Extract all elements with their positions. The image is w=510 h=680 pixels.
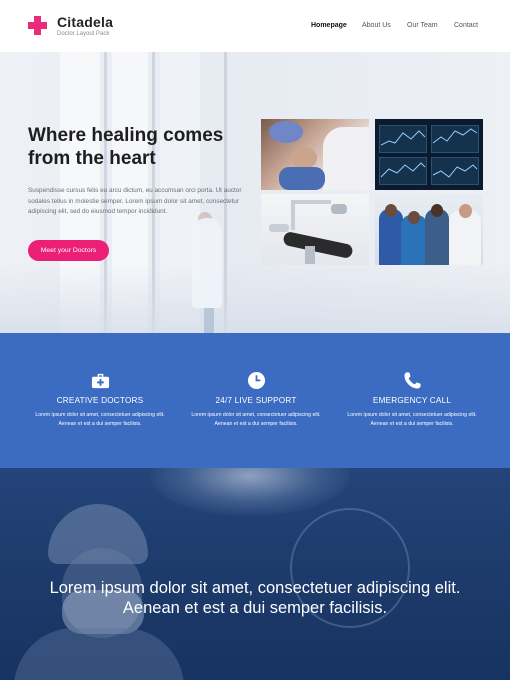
- feature-live-support: 24/7 LIVE SUPPORT Lorem ipsum dolor sit …: [181, 333, 331, 468]
- feature-text: Lorem ipsum dolor sit amet, consectetuer…: [191, 412, 321, 427]
- brand-tagline: Doctor Layout Pack: [57, 31, 110, 37]
- nav-contact[interactable]: Contact: [454, 22, 478, 29]
- hero-description: Suspendisse cursus felis eu arcu dictum,…: [28, 187, 242, 215]
- surgical-lamp-glow: [150, 468, 350, 516]
- feature-title: CREATIVE DOCTORS: [56, 396, 144, 405]
- nav-homepage[interactable]: Homepage: [311, 22, 347, 29]
- clock-icon: [247, 371, 266, 390]
- feature-title: EMERGENCY CALL: [372, 396, 452, 405]
- feature-text: Lorem ipsum dolor sit amet, consectetuer…: [347, 412, 477, 427]
- doctors-photo: [375, 194, 483, 265]
- nav-about-us[interactable]: About Us: [362, 22, 391, 29]
- dental-chair-photo: [261, 194, 369, 265]
- nav-our-team[interactable]: Our Team: [407, 22, 438, 29]
- first-aid-kit-icon: [91, 373, 110, 389]
- quote-text: Lorem ipsum dolor sit amet, consectetuer…: [49, 579, 461, 617]
- quote-section: [0, 468, 510, 680]
- dentist-photo: [261, 119, 369, 190]
- medical-cross-logo-icon[interactable]: [28, 16, 47, 35]
- feature-text: Lorem ipsum dolor sit amet, consectetuer…: [35, 412, 165, 427]
- features-section: CREATIVE DOCTORS Lorem ipsum dolor sit a…: [0, 333, 510, 468]
- phone-icon: [404, 372, 421, 389]
- monitor-photo: [375, 119, 483, 190]
- feature-emergency-call: EMERGENCY CALL Lorem ipsum dolor sit ame…: [337, 333, 487, 468]
- surgeon-background-image: [14, 628, 184, 680]
- feature-title: 24/7 LIVE SUPPORT: [215, 396, 297, 405]
- feature-creative-doctors: CREATIVE DOCTORS Lorem ipsum dolor sit a…: [25, 333, 175, 468]
- hero-background-nurse: [192, 218, 222, 308]
- brand-name[interactable]: Citadela: [57, 14, 113, 30]
- site-header: Citadela Doctor Layout Pack Homepage Abo…: [0, 0, 510, 52]
- hero-title: Where healing comes from the heart: [28, 125, 224, 169]
- meet-doctors-button[interactable]: Meet your Doctors: [28, 240, 109, 261]
